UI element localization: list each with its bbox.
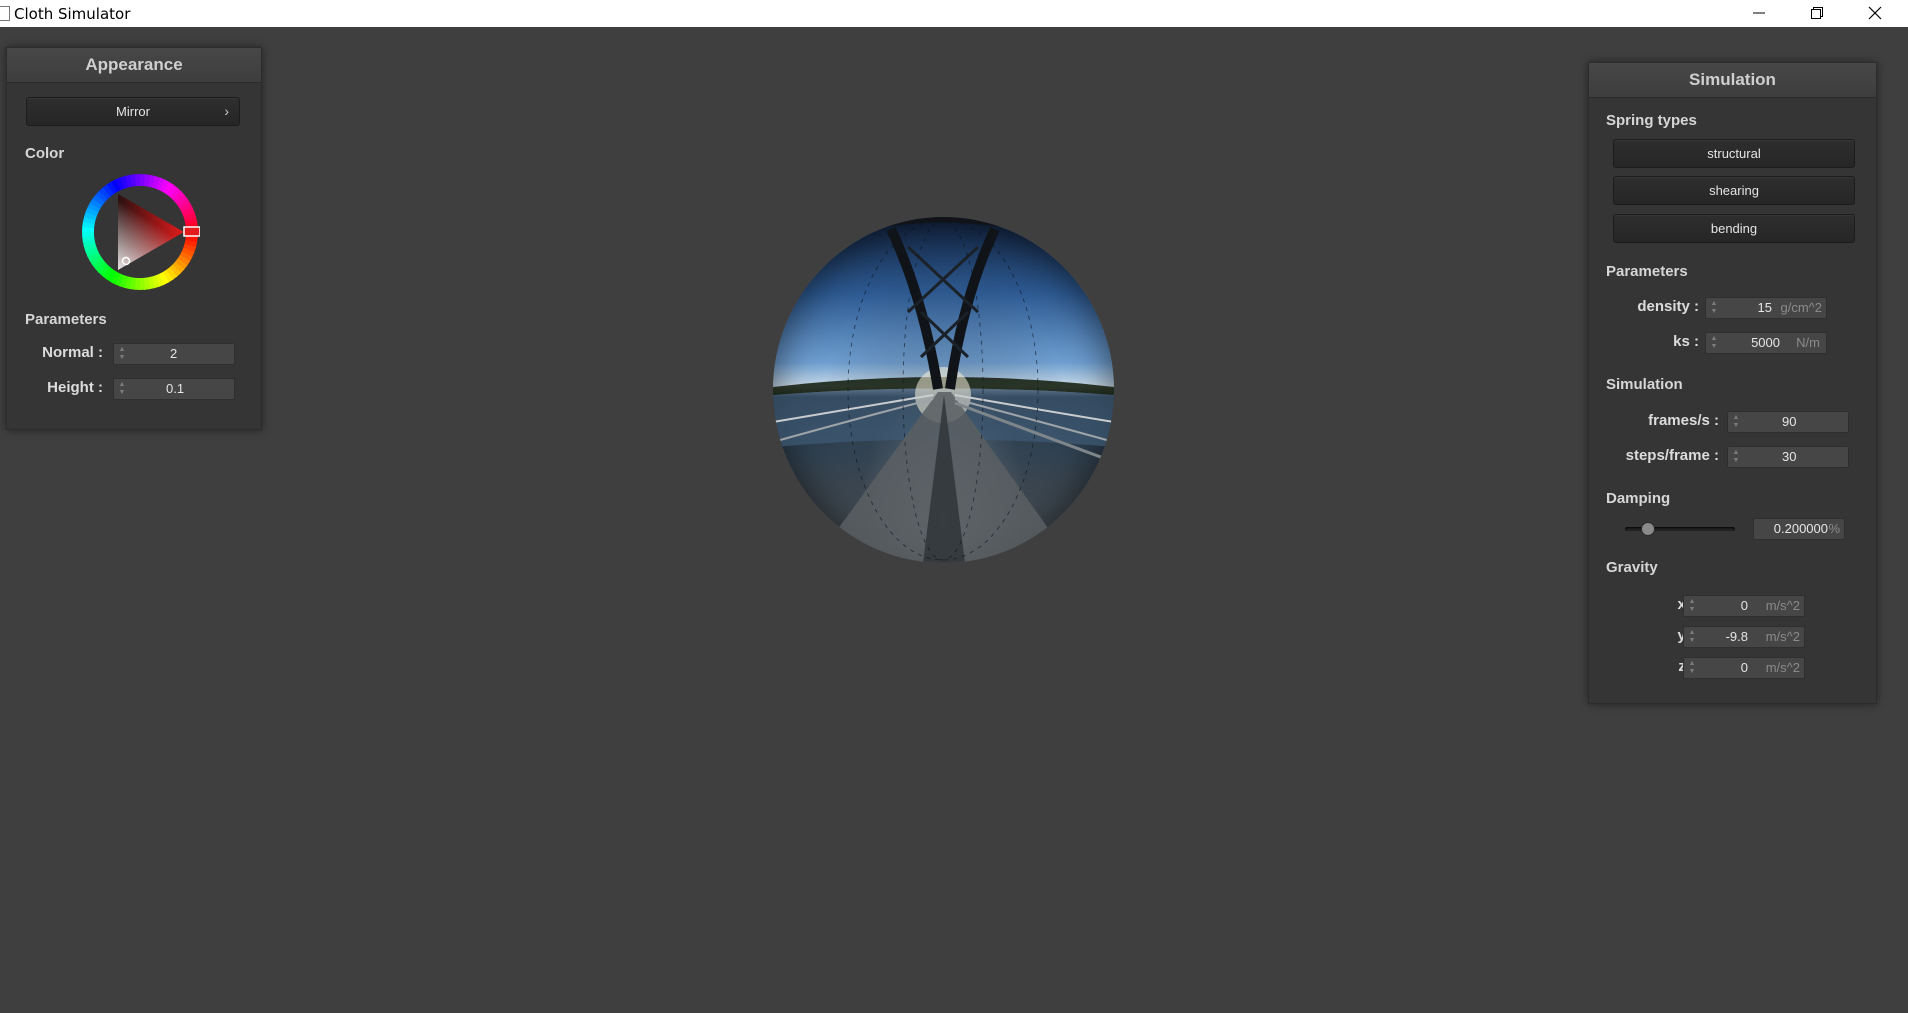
damping-label: Damping: [1606, 490, 1671, 507]
spinner-icon[interactable]: ▲ ▼: [1732, 414, 1740, 430]
gravity-y-unit: m/s^2: [1765, 629, 1800, 644]
title-bar: Cloth Simulator: [0, 0, 1908, 27]
spinner-icon[interactable]: ▲ ▼: [1732, 449, 1740, 465]
spinner-icon[interactable]: ▲ ▼: [1710, 335, 1718, 351]
shader-select-label: Mirror: [116, 104, 150, 119]
bridge-reflection: [773, 217, 1114, 563]
spinner-icon[interactable]: ▲ ▼: [1688, 660, 1696, 676]
hue-marker[interactable]: [183, 226, 200, 237]
normal-input[interactable]: ▲ ▼ 2: [113, 343, 235, 365]
gravity-label: Gravity: [1606, 559, 1658, 576]
gravity-z-value: 0: [1740, 660, 1748, 675]
spinner-icon[interactable]: ▲ ▼: [1688, 629, 1696, 645]
app-icon: [0, 6, 10, 21]
height-input[interactable]: ▲ ▼ 0.1: [113, 378, 235, 400]
appearance-parameters-label: Parameters: [25, 311, 107, 328]
gravity-y-value: -9.8: [1725, 629, 1748, 644]
restore-button[interactable]: [1788, 0, 1846, 27]
damping-unit: %: [1828, 521, 1840, 536]
gravity-x-unit: m/s^2: [1765, 598, 1800, 613]
ks-value: 5000: [1751, 335, 1780, 350]
shader-select-button[interactable]: Mirror ›: [26, 97, 240, 126]
height-label: Height :: [47, 379, 103, 396]
spinner-icon[interactable]: ▲ ▼: [118, 381, 126, 397]
bending-button[interactable]: bending: [1613, 214, 1855, 243]
damping-slider[interactable]: [1625, 522, 1735, 536]
gravity-x-input[interactable]: ▲ ▼ 0 m/s^2: [1683, 595, 1805, 617]
gravity-x-value: 0: [1740, 598, 1748, 613]
sim-parameters-label: Parameters: [1606, 263, 1688, 280]
normal-value: 2: [170, 346, 178, 361]
simulation-header: Simulation: [1589, 63, 1876, 98]
spinner-icon[interactable]: ▲ ▼: [118, 346, 126, 362]
mirror-sphere[interactable]: [773, 217, 1114, 563]
gravity-z-input[interactable]: ▲ ▼ 0 m/s^2: [1683, 657, 1805, 679]
density-value: 15: [1757, 300, 1772, 315]
frames-per-second-value: 90: [1782, 414, 1797, 429]
spinner-icon[interactable]: ▲ ▼: [1710, 300, 1718, 316]
appearance-header: Appearance: [7, 48, 261, 83]
window-title: Cloth Simulator: [14, 5, 131, 23]
steps-per-frame-value: 30: [1782, 449, 1797, 464]
color-wheel[interactable]: [80, 172, 200, 292]
minimize-icon: [1753, 12, 1765, 14]
structural-button[interactable]: structural: [1613, 139, 1855, 168]
ks-input[interactable]: ▲ ▼ 5000 N/m: [1705, 332, 1827, 354]
damping-value: 0.200000: [1773, 521, 1828, 536]
steps-per-frame-label: steps/frame :: [1625, 447, 1719, 464]
close-button[interactable]: [1846, 0, 1904, 27]
damping-slider-handle[interactable]: [1641, 522, 1655, 536]
spinner-icon[interactable]: ▲ ▼: [1688, 598, 1696, 614]
close-icon: [1868, 6, 1882, 20]
gravity-z-unit: m/s^2: [1765, 660, 1800, 675]
ks-unit: N/m: [1796, 335, 1820, 350]
damping-input[interactable]: 0.200000 %: [1753, 518, 1845, 540]
appearance-panel: Appearance Mirror › Color Parameters Nor…: [6, 47, 262, 430]
minimize-button[interactable]: [1730, 0, 1788, 27]
density-label: density :: [1637, 298, 1699, 315]
frames-per-second-label: frames/s :: [1648, 412, 1719, 429]
restore-icon: [1811, 7, 1823, 19]
density-unit: g/cm^2: [1780, 300, 1822, 315]
simulation-section-label: Simulation: [1606, 376, 1683, 393]
shearing-button[interactable]: shearing: [1613, 176, 1855, 205]
density-input[interactable]: ▲ ▼ 15 g/cm^2: [1705, 297, 1827, 319]
chevron-right-icon: ›: [224, 103, 229, 119]
spring-types-label: Spring types: [1606, 112, 1697, 129]
height-value: 0.1: [166, 381, 185, 396]
frames-per-second-input[interactable]: ▲ ▼ 90: [1727, 411, 1849, 433]
steps-per-frame-input[interactable]: ▲ ▼ 30: [1727, 446, 1849, 468]
color-label: Color: [25, 145, 65, 162]
normal-label: Normal :: [42, 344, 103, 361]
gravity-y-input[interactable]: ▲ ▼ -9.8 m/s^2: [1683, 626, 1805, 648]
simulation-panel: Simulation Spring types structural shear…: [1588, 62, 1877, 704]
ks-label: ks :: [1673, 333, 1699, 350]
